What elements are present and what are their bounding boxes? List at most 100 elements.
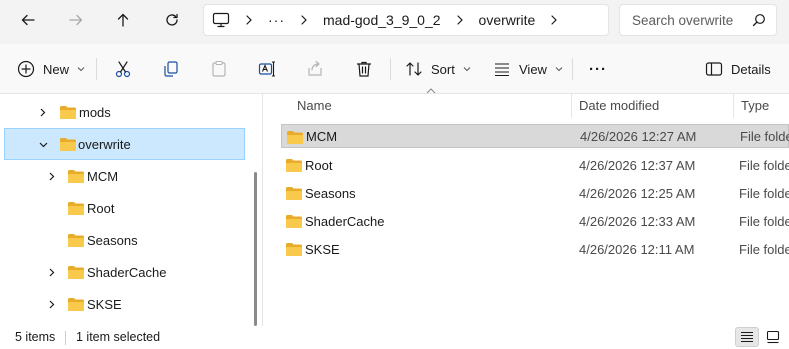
preview-view-toggle[interactable]: [761, 327, 785, 347]
search-box[interactable]: [619, 4, 777, 36]
toolbar-divider: [572, 58, 573, 80]
status-bar: 5 items 1 item selected: [0, 326, 789, 349]
search-icon[interactable]: [752, 13, 766, 27]
status-divider: [65, 331, 66, 345]
details-view-toggle[interactable]: [735, 327, 759, 347]
breadcrumb[interactable]: ··· mad-god_3_9_0_2 overwrite: [203, 4, 609, 36]
paste-button[interactable]: [210, 53, 228, 85]
file-name: ShaderCache: [305, 213, 385, 229]
tree-item-label: SKSE: [87, 296, 122, 312]
folder-icon: [286, 159, 302, 172]
navigation-pane: mods overwrite MCM Root Seasons ShaderCa…: [0, 94, 262, 326]
chevron-right-icon[interactable]: [545, 15, 563, 25]
tree-item-mods[interactable]: mods: [0, 96, 245, 128]
chevron-right-icon[interactable]: [45, 298, 57, 310]
file-row-shadercache[interactable]: ShaderCache 4/26/2026 12:33 AM File fold…: [281, 209, 789, 233]
folder-icon: [286, 243, 302, 256]
details-view-icon: [741, 331, 753, 343]
chevron-right-icon[interactable]: [45, 266, 57, 278]
tree-item-label: Root: [87, 200, 115, 216]
paste-icon: [212, 60, 226, 77]
file-date: 4/26/2026 12:25 AM: [579, 185, 696, 201]
item-count: 5 items: [15, 330, 56, 344]
back-button[interactable]: [12, 6, 44, 34]
breadcrumb-item[interactable]: overwrite: [479, 12, 536, 28]
pane-divider[interactable]: [262, 94, 263, 326]
tree-item-shadercache[interactable]: ShaderCache: [0, 256, 245, 288]
chevron-right-icon[interactable]: [295, 15, 313, 25]
file-date: 4/26/2026 12:33 AM: [579, 213, 696, 229]
sidebar-scrollbar[interactable]: [254, 172, 257, 326]
chevron-down-icon: [77, 67, 85, 72]
folder-icon: [286, 215, 302, 228]
tree-item-root[interactable]: Root: [0, 192, 245, 224]
file-row-seasons[interactable]: Seasons 4/26/2026 12:25 AM File folder: [281, 181, 789, 205]
toolbar-divider: [96, 58, 97, 80]
command-bar: New Sort View ··· Details: [0, 44, 789, 94]
refresh-button[interactable]: [156, 6, 188, 34]
forward-button[interactable]: [60, 6, 92, 34]
file-name: Seasons: [305, 185, 356, 201]
toolbar-divider: [390, 58, 391, 80]
folder-icon: [60, 137, 76, 151]
tree-item-overwrite[interactable]: overwrite: [4, 128, 245, 160]
chevron-right-icon[interactable]: [45, 170, 57, 182]
column-divider[interactable]: [571, 94, 572, 118]
chevron-right-icon[interactable]: [240, 15, 258, 25]
column-divider[interactable]: [733, 94, 734, 118]
file-row-mcm[interactable]: MCM 4/26/2026 12:27 AM File folder: [281, 124, 789, 148]
tree-item-seasons[interactable]: Seasons: [0, 224, 245, 256]
new-button[interactable]: New: [17, 53, 85, 85]
scissors-icon: [115, 61, 131, 78]
details-button[interactable]: Details: [705, 53, 771, 85]
folder-icon: [68, 201, 84, 215]
breadcrumb-overflow[interactable]: ···: [268, 12, 285, 28]
sort-button[interactable]: Sort: [405, 53, 471, 85]
search-input[interactable]: [632, 12, 750, 28]
breadcrumb-item[interactable]: mad-god_3_9_0_2: [323, 12, 441, 28]
computer-icon[interactable]: [212, 12, 230, 28]
copy-button[interactable]: [162, 53, 180, 85]
cut-button[interactable]: [114, 53, 132, 85]
rename-icon: [258, 61, 275, 77]
share-icon: [308, 60, 322, 76]
tree-item-mcm[interactable]: MCM: [0, 160, 245, 192]
chevron-down-icon: [555, 67, 563, 72]
folder-icon: [68, 169, 84, 183]
column-header-date[interactable]: Date modified: [579, 98, 659, 113]
more-options-button[interactable]: ···: [589, 53, 607, 85]
file-name: SKSE: [305, 241, 340, 257]
chevron-right-icon[interactable]: [36, 106, 48, 118]
file-type: File folder: [739, 241, 789, 257]
column-header-type[interactable]: Type: [741, 98, 769, 113]
folder-icon: [68, 297, 84, 311]
chevron-down-icon: [463, 67, 471, 72]
view-button[interactable]: View: [493, 53, 563, 85]
tree-item-label: mods: [79, 104, 111, 120]
folder-icon: [60, 105, 76, 119]
arrow-up-icon: [117, 13, 129, 27]
chevron-right-icon[interactable]: [451, 15, 469, 25]
rename-button[interactable]: [258, 53, 276, 85]
column-header-name[interactable]: Name: [297, 98, 332, 113]
arrow-left-icon: [21, 14, 35, 26]
trash-icon: [356, 61, 372, 77]
tree-item-label: Seasons: [87, 232, 138, 248]
file-row-skse[interactable]: SKSE 4/26/2026 12:11 AM File folder: [281, 237, 789, 261]
chevron-down-icon[interactable]: [37, 138, 49, 150]
address-row: ··· mad-god_3_9_0_2 overwrite: [0, 0, 789, 44]
folder-icon: [68, 265, 84, 279]
tree-item-label: MCM: [87, 168, 119, 184]
tree-item-skse[interactable]: SKSE: [0, 288, 245, 320]
share-button[interactable]: [306, 53, 324, 85]
file-row-root[interactable]: Root 4/26/2026 12:37 AM File folder: [281, 153, 789, 177]
plus-circle-icon: [17, 60, 35, 78]
file-type: File folder: [739, 213, 789, 229]
delete-button[interactable]: [355, 53, 373, 85]
up-button[interactable]: [107, 6, 139, 34]
file-type: File folder: [739, 185, 789, 201]
refresh-icon: [166, 13, 178, 26]
selection-status: 1 item selected: [76, 330, 161, 344]
details-label: Details: [731, 61, 771, 77]
tree-item-label: ShaderCache: [87, 264, 167, 280]
